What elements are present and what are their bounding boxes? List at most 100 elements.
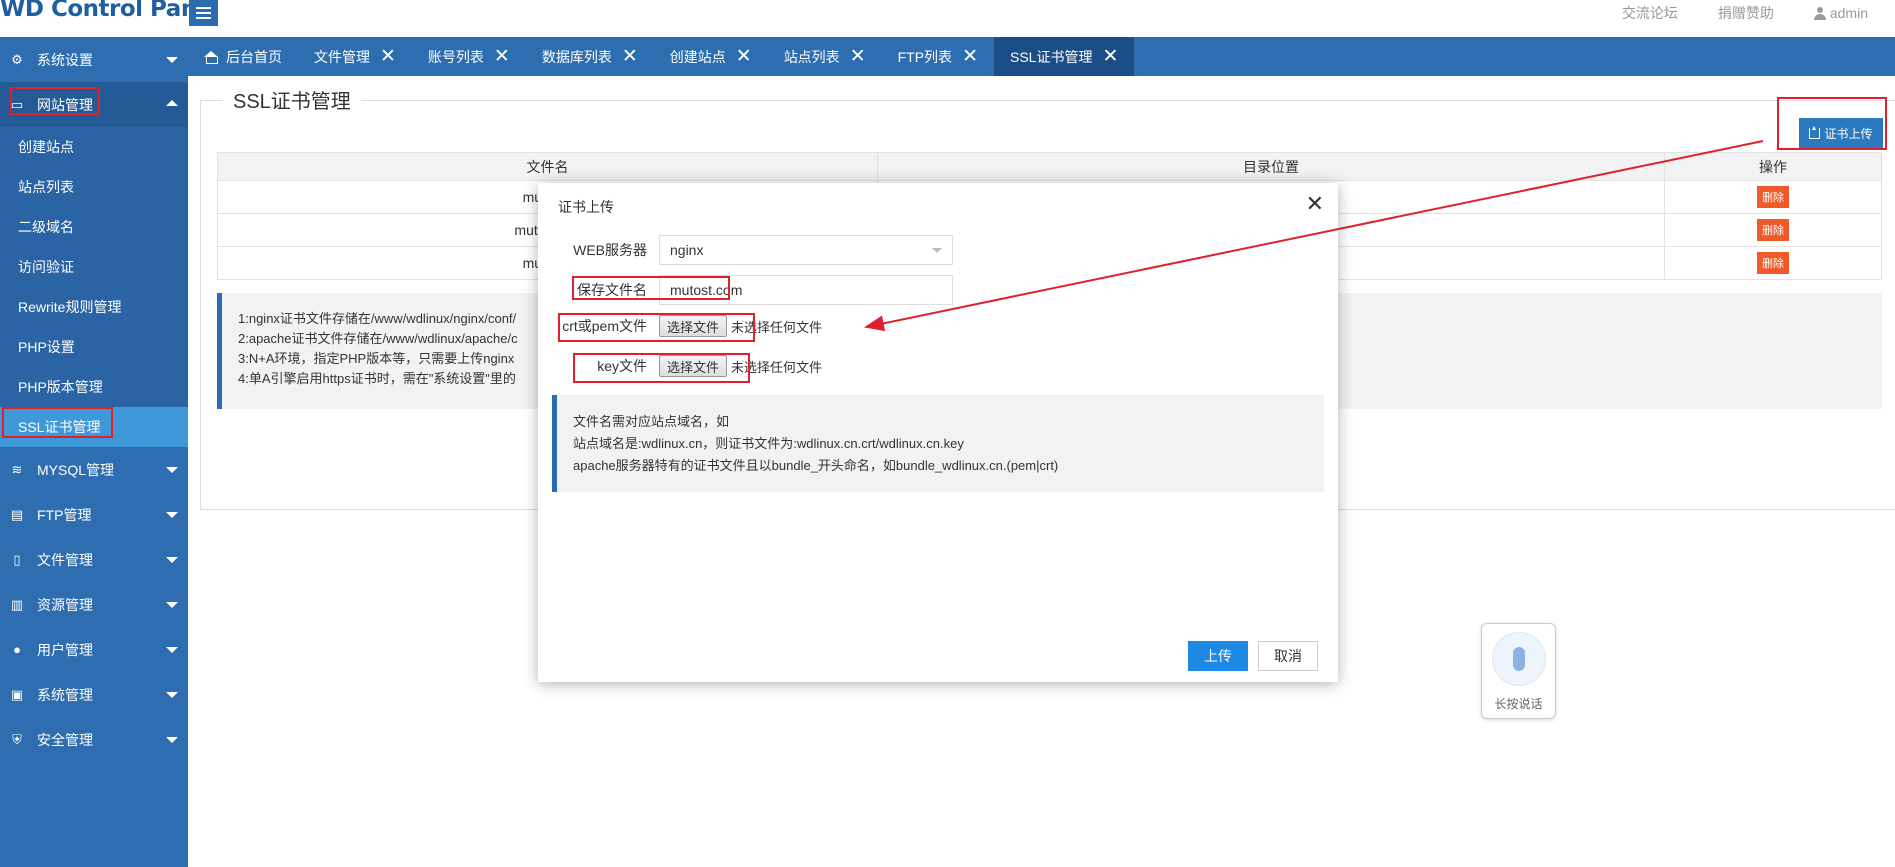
system-icon: ▣	[10, 686, 24, 702]
sidebar-item-website[interactable]: ▭ 网站管理	[0, 82, 188, 127]
forum-link[interactable]: 交流论坛	[1622, 3, 1678, 23]
cell-actions: 删除	[1664, 246, 1882, 280]
web-server-row: WEB服务器 nginx	[538, 235, 953, 265]
input-value: mutost.com	[670, 282, 743, 298]
tab-file-manager[interactable]: 文件管理 ✕	[298, 37, 412, 76]
database-icon: ≋	[11, 461, 23, 477]
tab-label: 后台首页	[226, 48, 282, 65]
key-file-status: 未选择任何文件	[731, 359, 823, 375]
sidebar-sub-create-site[interactable]: 创建站点	[0, 127, 188, 167]
sidebar-sub-subdomain[interactable]: 二级域名	[0, 207, 188, 247]
sidebar-sub-site-list[interactable]: 站点列表	[0, 167, 188, 207]
sidebar-item-system-settings[interactable]: ⚙ 系统设置	[0, 37, 188, 82]
key-file-label: key文件	[597, 358, 647, 374]
chevron-down-icon	[166, 467, 178, 473]
shield-icon: ⛨	[12, 731, 22, 747]
save-name-input[interactable]: mutost.com	[659, 275, 953, 305]
key-file-row: key文件 选择文件 未选择任何文件	[538, 355, 822, 377]
gear-icon: ⚙	[11, 51, 23, 67]
user-menu[interactable]: admin	[1813, 3, 1868, 23]
tab-home[interactable]: 后台首页	[188, 37, 298, 76]
tab-site-list[interactable]: 站点列表 ✕	[768, 37, 882, 76]
sidebar-item-label: 系统管理	[37, 686, 93, 703]
crt-file-row: crt或pem文件 选择文件 未选择任何文件	[538, 315, 822, 337]
tab-ftp-list[interactable]: FTP列表 ✕	[882, 37, 994, 76]
tab-bar: 后台首页 文件管理 ✕ 账号列表 ✕ 数据库列表 ✕ 创建站点 ✕ 站点列表 ✕ FTP列…	[188, 37, 1895, 76]
chevron-down-icon	[166, 602, 178, 608]
delete-button[interactable]: 删除	[1757, 219, 1789, 241]
close-icon[interactable]: ✕	[622, 47, 638, 66]
user-icon	[1813, 6, 1826, 20]
col-directory: 目录位置	[877, 152, 1665, 181]
sidebar-item-label: 网站管理	[37, 96, 93, 113]
button-label: 证书上传	[1824, 126, 1873, 141]
voice-input-widget[interactable]: 长按说话	[1481, 623, 1556, 719]
tab-database-list[interactable]: 数据库列表 ✕	[526, 37, 654, 76]
close-icon[interactable]: ✕	[962, 47, 978, 66]
sidebar-item-mysql[interactable]: ≋ MYSQL管理	[0, 447, 188, 492]
close-icon[interactable]: ✕	[1306, 193, 1324, 215]
chevron-down-icon	[166, 647, 178, 653]
close-icon[interactable]: ✕	[1102, 47, 1118, 66]
user-icon: ●	[13, 642, 21, 657]
cert-upload-dialog: 证书上传 ✕ WEB服务器 nginx 保存文件名 mutost.com crt…	[538, 183, 1338, 682]
submit-upload-button[interactable]: 上传	[1188, 641, 1248, 671]
sidebar-sub-php-version[interactable]: PHP版本管理	[0, 367, 188, 407]
sidebar-item-users[interactable]: ● 用户管理	[0, 627, 188, 672]
home-icon	[204, 50, 218, 64]
brand-logo: WD Control Panel	[0, 0, 220, 22]
sidebar-item-label: 文件管理	[37, 551, 93, 568]
sidebar-sub-ssl[interactable]: SSL证书管理	[0, 407, 188, 447]
tab-label: 账号列表	[427, 48, 484, 65]
voice-label: 长按说话	[1494, 697, 1543, 711]
close-icon[interactable]: ✕	[850, 47, 866, 66]
sidebar-item-system[interactable]: ▣ 系统管理	[0, 672, 188, 717]
tab-account-list[interactable]: 账号列表 ✕	[412, 37, 526, 76]
choose-key-file-button[interactable]: 选择文件	[659, 355, 728, 377]
menu-toggle-button[interactable]	[189, 0, 218, 26]
dialog-note: 文件名需对应站点域名，如 站点域名是:wdlinux.cn，则证书文件为:wdl…	[552, 395, 1324, 492]
tab-label: FTP列表	[897, 48, 953, 65]
sidebar-sub-access-auth[interactable]: 访问验证	[0, 247, 188, 287]
top-bar: WD Control Panel 交流论坛 捐赠赞助 admin	[0, 0, 1895, 37]
username: admin	[1829, 5, 1868, 21]
sidebar-item-security[interactable]: ⛨ 安全管理	[0, 717, 188, 762]
close-icon[interactable]: ✕	[494, 47, 510, 66]
sidebar-item-label: 安全管理	[37, 731, 93, 748]
sidebar-item-label: 资源管理	[37, 596, 93, 613]
close-icon[interactable]: ✕	[736, 47, 752, 66]
web-server-select[interactable]: nginx	[659, 235, 953, 265]
chevron-down-icon	[166, 692, 178, 698]
sidebar-item-label: 用户管理	[37, 641, 93, 658]
sidebar-sub-php-settings[interactable]: PHP设置	[0, 327, 188, 367]
ftp-icon: ▤	[10, 506, 24, 522]
choose-crt-file-button[interactable]: 选择文件	[659, 315, 728, 337]
server-icon: ▥	[10, 596, 24, 612]
tab-label: 站点列表	[783, 48, 840, 65]
web-server-label: WEB服务器	[573, 242, 647, 258]
delete-button[interactable]: 删除	[1757, 252, 1789, 274]
delete-button[interactable]: 删除	[1757, 186, 1789, 208]
note-line: 站点域名是:wdlinux.cn，则证书文件为:wdlinux.cn.crt/w…	[573, 436, 964, 451]
tab-label: 创建站点	[669, 48, 726, 65]
tab-ssl[interactable]: SSL证书管理 ✕	[993, 37, 1135, 76]
tab-label: 数据库列表	[541, 48, 612, 65]
cert-upload-button[interactable]: 证书上传	[1799, 118, 1883, 148]
sidebar-item-resources[interactable]: ▥ 资源管理	[0, 582, 188, 627]
sidebar-item-label: 系统设置	[37, 51, 93, 68]
close-icon[interactable]: ✕	[380, 47, 396, 66]
sidebar-item-files[interactable]: ▯ 文件管理	[0, 537, 188, 582]
chevron-down-icon	[166, 737, 178, 743]
sidebar-sub-rewrite[interactable]: Rewrite规则管理	[0, 287, 188, 327]
tab-label: SSL证书管理	[1009, 48, 1093, 65]
cancel-button[interactable]: 取消	[1258, 641, 1318, 671]
chevron-down-icon	[166, 512, 178, 518]
donate-link[interactable]: 捐赠赞助	[1718, 3, 1774, 23]
monitor-icon: ▭	[10, 96, 24, 112]
sidebar-item-ftp[interactable]: ▤ FTP管理	[0, 492, 188, 537]
top-links: 交流论坛 捐赠赞助 admin	[1622, 3, 1868, 23]
note-line: 文件名需对应站点域名，如	[573, 414, 730, 429]
microphone-icon	[1492, 632, 1546, 686]
tab-create-site[interactable]: 创建站点 ✕	[654, 37, 768, 76]
cell-actions: 删除	[1664, 180, 1882, 214]
